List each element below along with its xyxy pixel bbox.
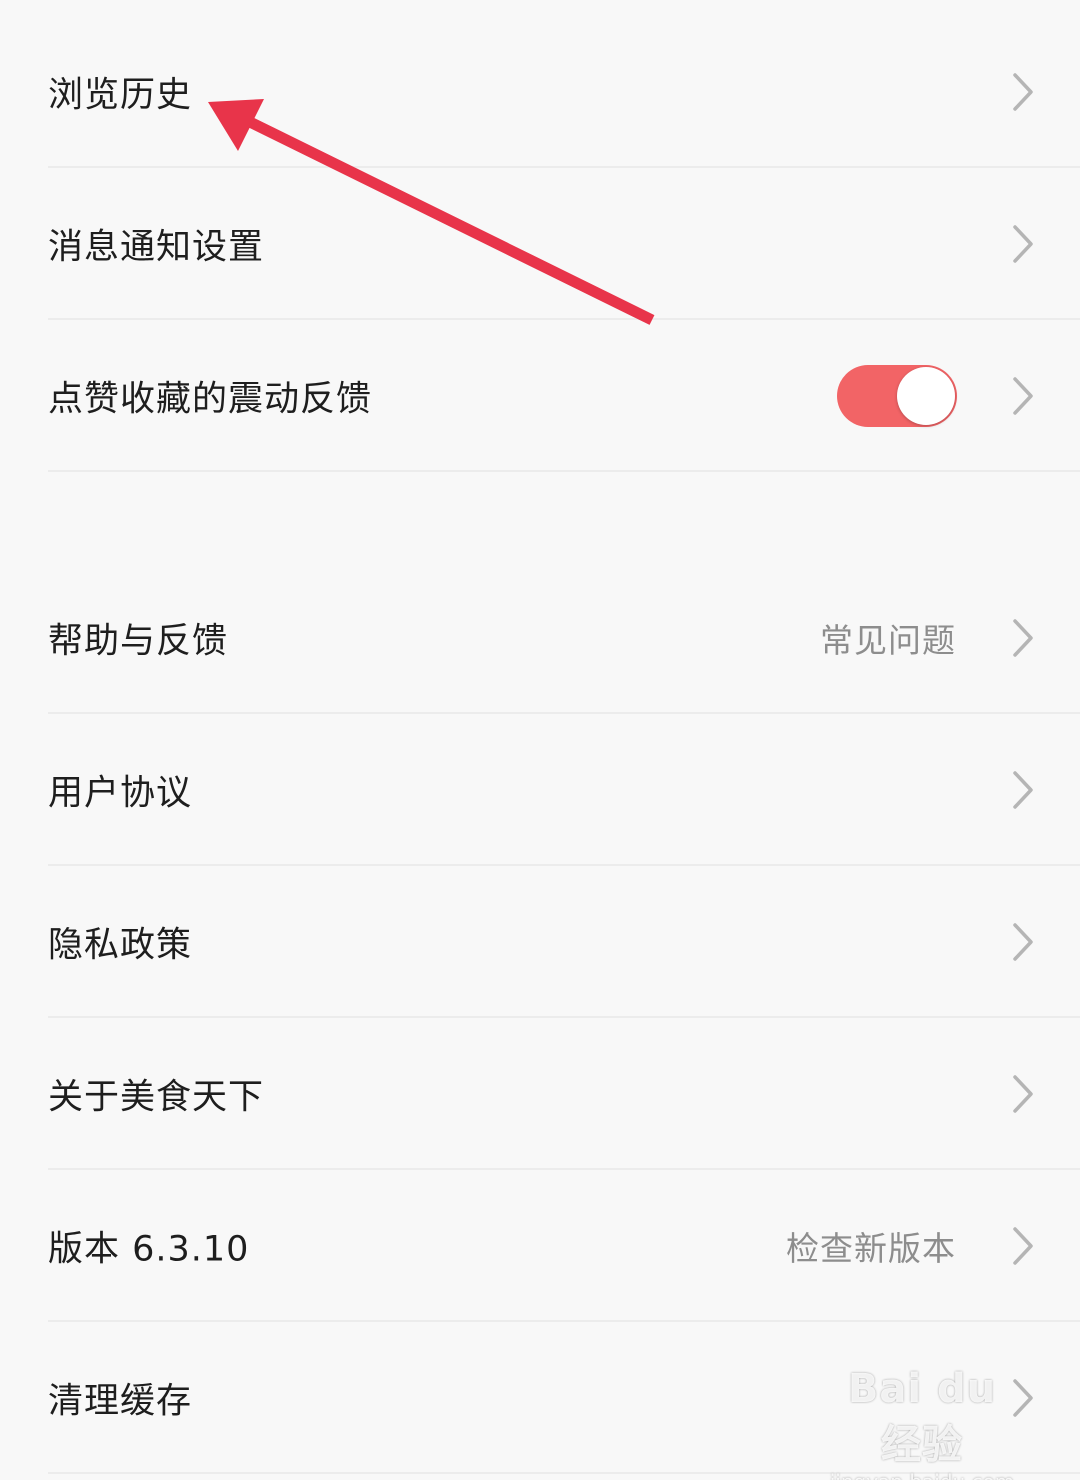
settings-item-about[interactable]: 关于美食天下 xyxy=(48,1019,1080,1170)
settings-item-trailing: 常见问题 xyxy=(820,620,956,660)
chevron-right-icon xyxy=(1013,1074,1033,1113)
settings-page: 浏览历史 消息通知设置 点赞收藏的震动反馈 帮助与反馈 常见问题 用户协议 隐私… xyxy=(0,0,1080,1480)
chevron-right-icon xyxy=(1013,770,1033,809)
settings-item-label: 关于美食天下 xyxy=(48,1077,265,1117)
chevron-right-icon xyxy=(1013,922,1033,961)
settings-item-browse-history[interactable]: 浏览历史 xyxy=(48,17,1080,168)
settings-item-label: 用户协议 xyxy=(48,773,193,813)
settings-item-privacy-policy[interactable]: 隐私政策 xyxy=(48,867,1080,1018)
chevron-right-icon xyxy=(1013,1226,1033,1265)
settings-item-label: 帮助与反馈 xyxy=(48,621,229,661)
chevron-right-icon xyxy=(1013,376,1033,415)
toggle-knob xyxy=(897,366,955,425)
settings-item-label: 点赞收藏的震动反馈 xyxy=(48,379,373,419)
chevron-right-icon xyxy=(1013,224,1033,263)
chevron-right-icon xyxy=(1013,72,1033,111)
settings-item-user-agreement[interactable]: 用户协议 xyxy=(48,715,1080,866)
vibration-toggle[interactable] xyxy=(837,364,957,427)
settings-item-trailing: 检查新版本 xyxy=(786,1228,956,1268)
settings-item-label: 浏览历史 xyxy=(48,75,193,115)
baidu-watermark: Bai du 经验 jingyan.baidu.com xyxy=(822,1366,1022,1480)
watermark-brand: Bai du 经验 xyxy=(847,1366,997,1468)
watermark-url: jingyan.baidu.com xyxy=(822,1470,1022,1480)
settings-item-label: 清理缓存 xyxy=(48,1381,193,1421)
settings-item-label: 消息通知设置 xyxy=(48,227,265,267)
settings-item-version[interactable]: 版本 6.3.10 检查新版本 xyxy=(48,1171,1080,1322)
settings-item-like-vibration[interactable]: 点赞收藏的震动反馈 xyxy=(48,321,1080,472)
settings-item-label: 版本 6.3.10 xyxy=(48,1229,250,1269)
settings-item-help-feedback[interactable]: 帮助与反馈 常见问题 xyxy=(48,563,1080,714)
settings-item-label: 隐私政策 xyxy=(48,925,193,965)
chevron-right-icon xyxy=(1013,618,1033,657)
settings-item-notification[interactable]: 消息通知设置 xyxy=(48,169,1080,320)
